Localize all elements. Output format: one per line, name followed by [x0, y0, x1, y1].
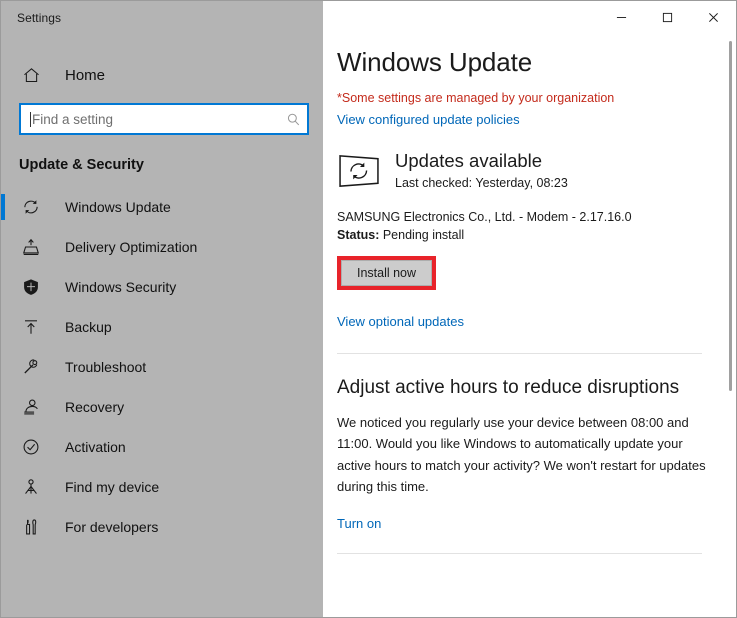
status-value: Pending install [379, 228, 465, 243]
maximize-icon [662, 12, 672, 22]
content-scrollbar[interactable] [727, 41, 733, 391]
status-label: Status: [337, 228, 380, 243]
sidebar-item-label: Windows Update [65, 199, 171, 215]
bottom-divider [337, 552, 702, 554]
sidebar-item-label: Windows Security [65, 279, 177, 295]
organization-notice: *Some settings are managed by your organ… [337, 91, 615, 105]
sidebar-item-label: Activation [65, 439, 126, 455]
shield-icon [19, 275, 43, 299]
window-controls [598, 1, 736, 33]
install-now-button[interactable]: Install now [341, 260, 432, 287]
active-hours-body: We noticed you regularly use your device… [337, 415, 706, 494]
update-status-heading: Updates available [395, 150, 543, 171]
close-icon [708, 12, 718, 22]
last-checked-text: Last checked: Yesterday, 08:23 [395, 176, 568, 191]
scrollbar-thumb[interactable] [728, 41, 732, 391]
search-input[interactable]: Find a setting [19, 103, 309, 135]
sidebar-item-delivery-optimization[interactable]: Delivery Optimization [1, 227, 323, 267]
selection-indicator [1, 194, 5, 220]
settings-window: Settings Home Find a setting Update & Se… [0, 0, 737, 618]
minimize-button[interactable] [598, 1, 644, 33]
sidebar-item-windows-update[interactable]: Windows Update [1, 187, 323, 227]
main-content: Windows Update *Some settings are manage… [323, 1, 736, 617]
sidebar-item-label: Troubleshoot [65, 359, 147, 375]
sidebar-nav: Windows Update Delivery Optimization Win… [1, 187, 323, 547]
window-title: Settings [17, 11, 62, 25]
sidebar-item-recovery[interactable]: Recovery [1, 387, 323, 427]
sidebar-item-activation[interactable]: Activation [1, 427, 323, 467]
sidebar-titlebar: Settings [1, 1, 323, 35]
check-circle-icon [19, 435, 43, 459]
view-configured-update-policies-link[interactable]: View configured update policies [337, 112, 520, 127]
sidebar-item-troubleshoot[interactable]: Troubleshoot [1, 347, 323, 387]
home-label: Home [65, 66, 106, 84]
text-caret [30, 111, 31, 127]
close-button[interactable] [690, 1, 736, 33]
delivery-icon [19, 235, 43, 259]
developer-tools-icon [19, 515, 43, 539]
recovery-icon [19, 395, 43, 419]
sidebar-section-title: Update & Security [19, 157, 144, 173]
refresh-icon [19, 195, 43, 219]
turn-on-link[interactable]: Turn on [337, 516, 381, 531]
sidebar-item-for-developers[interactable]: For developers [1, 507, 323, 547]
sidebar-item-find-my-device[interactable]: Find my device [1, 467, 323, 507]
update-item-name: SAMSUNG Electronics Co., Ltd. - Modem - … [337, 210, 632, 225]
update-monitor-icon [337, 153, 381, 189]
sidebar-item-label: Find my device [65, 479, 160, 495]
wrench-icon [19, 355, 43, 379]
active-hours-heading: Adjust active hours to reduce disruption… [337, 377, 680, 399]
minimize-icon [616, 16, 626, 18]
install-now-area: Install now [337, 256, 441, 292]
sidebar-item-label: For developers [65, 519, 159, 535]
home-icon [19, 63, 43, 87]
sidebar-item-windows-security[interactable]: Windows Security [1, 267, 323, 307]
sidebar-item-label: Backup [65, 319, 112, 335]
maximize-button[interactable] [644, 1, 690, 33]
locate-device-icon [19, 475, 43, 499]
update-item-status: Status: Pending install [337, 228, 712, 242]
sidebar-item-label: Delivery Optimization [65, 239, 198, 255]
sidebar-item-home[interactable]: Home [1, 55, 323, 95]
update-status-block: Updates available Last checked: Yesterda… [337, 151, 712, 190]
search-placeholder: Find a setting [32, 111, 114, 127]
upload-arrow-icon [19, 315, 43, 339]
search-icon[interactable] [285, 111, 301, 127]
sidebar-item-label: Recovery [65, 399, 125, 415]
view-optional-updates-link[interactable]: View optional updates [337, 314, 464, 329]
sidebar: Settings Home Find a setting Update & Se… [1, 1, 323, 617]
section-divider [337, 353, 702, 355]
sidebar-item-backup[interactable]: Backup [1, 307, 323, 347]
page-title: Windows Update [337, 47, 533, 77]
